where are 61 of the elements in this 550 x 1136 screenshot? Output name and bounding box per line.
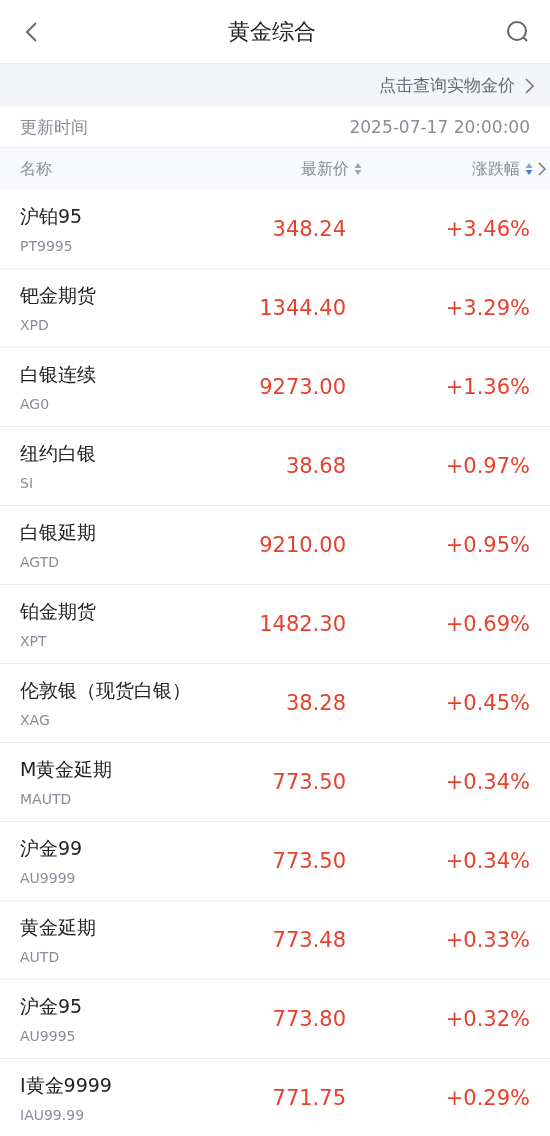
instrument-name: 铂金期货 xyxy=(20,599,97,624)
latest-price: 773.48 xyxy=(272,928,346,952)
change-percent: +1.36% xyxy=(445,375,530,399)
instrument-code: IAU99.99 xyxy=(20,1107,86,1123)
search-icon xyxy=(506,19,530,44)
instrument-name: 白银延期 xyxy=(20,520,97,545)
change-percent: +0.33% xyxy=(445,928,530,952)
change-percent: +0.97% xyxy=(445,454,530,478)
latest-price: 771.75 xyxy=(272,1086,346,1110)
instrument-code: AG0 xyxy=(20,396,51,412)
instrument-name: 钯金期货 xyxy=(20,283,97,308)
latest-price: 9273.00 xyxy=(259,375,346,399)
instrument-code: SI xyxy=(20,475,34,491)
instrument-code: AUTD xyxy=(20,949,61,965)
price-query-link[interactable]: 点击查询实物金价 xyxy=(0,64,550,107)
change-percent: +3.46% xyxy=(445,217,530,241)
instrument-name: 黄金延期 xyxy=(20,915,97,940)
latest-price: 348.24 xyxy=(272,217,346,241)
instrument-code: AU9995 xyxy=(20,1028,77,1044)
change-percent: +3.29% xyxy=(445,296,530,320)
latest-price: 1344.40 xyxy=(259,296,346,320)
back-icon xyxy=(24,20,38,43)
instrument-code: AGTD xyxy=(20,554,60,570)
instrument-code: MAUTD xyxy=(20,791,73,807)
column-header[interactable]: 涨跌幅 xyxy=(472,158,520,180)
latest-price: 38.28 xyxy=(285,691,346,715)
column-header[interactable]: 最新价 xyxy=(301,158,349,180)
latest-price: 773.80 xyxy=(272,1007,346,1031)
instrument-name: M黄金延期 xyxy=(20,757,114,782)
change-percent: +0.34% xyxy=(445,770,530,794)
instrument-name: 纽约白银 xyxy=(20,441,97,466)
instrument-code: XPD xyxy=(20,317,50,333)
change-percent: +0.29% xyxy=(445,1086,530,1110)
latest-price: 773.50 xyxy=(272,770,346,794)
latest-price: 1482.30 xyxy=(259,612,346,636)
update-time: 2025-07-17 20:00:00 xyxy=(349,117,530,137)
instrument-code: XAG xyxy=(20,712,51,728)
instrument-name: 沪金95 xyxy=(20,994,84,1019)
instrument-code: PT9995 xyxy=(20,238,74,254)
chevron-icon xyxy=(525,77,534,94)
instrument-name: 沪铂95 xyxy=(20,204,84,229)
latest-price: 9210.00 xyxy=(259,533,346,557)
column-header: 名称 xyxy=(20,158,52,180)
update-label: 更新时间 xyxy=(20,115,88,139)
instrument-name: 伦敦银（现货白银） xyxy=(20,678,192,703)
instrument-name: 白银连续 xyxy=(20,362,97,387)
change-percent: +0.45% xyxy=(445,691,530,715)
page-title: 黄金综合 xyxy=(228,17,316,46)
change-percent: +0.95% xyxy=(445,533,530,557)
instrument-name: I黄金9999 xyxy=(20,1073,113,1098)
instrument-code: XPT xyxy=(20,633,48,649)
latest-price: 773.50 xyxy=(272,849,346,873)
change-percent: +0.34% xyxy=(445,849,530,873)
chevron-icon[interactable] xyxy=(538,161,546,177)
sort-icon[interactable] xyxy=(354,162,362,176)
sort-icon[interactable] xyxy=(525,162,533,176)
instrument-code: AU9999 xyxy=(20,870,77,886)
instrument-name: 沪金99 xyxy=(20,836,84,861)
latest-price: 38.68 xyxy=(285,454,346,478)
change-percent: +0.32% xyxy=(445,1007,530,1031)
change-percent: +0.69% xyxy=(445,612,530,636)
